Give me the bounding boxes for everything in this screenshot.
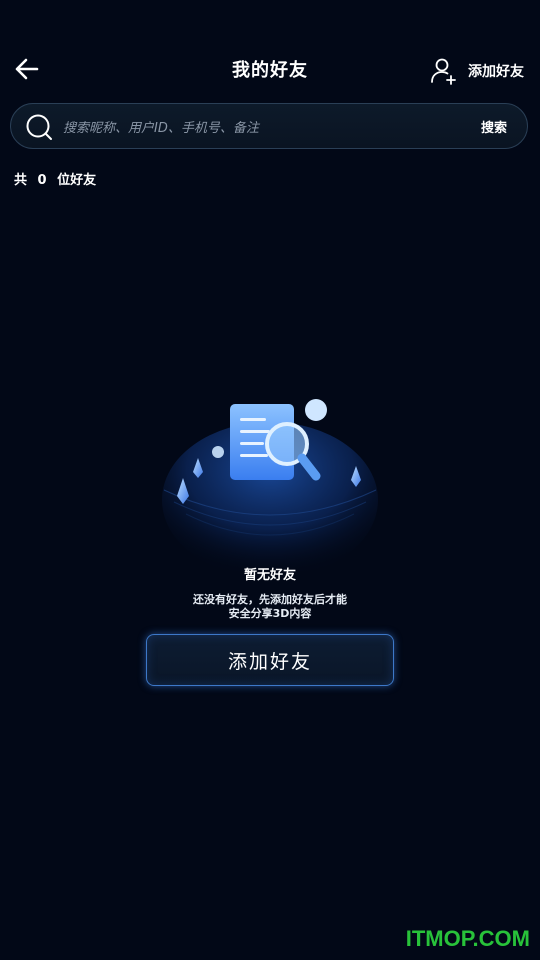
watermark-logo: ITMOP.COM [405,926,530,951]
friend-count-suffix: 位好友 [57,173,97,188]
empty-state-illustration [162,399,378,578]
friend-count-number: 0 [37,173,47,188]
empty-state-title: 暂无好友 [243,568,296,583]
empty-state-desc-line-1: 还没有好友，先添加好友后才能 [193,593,347,606]
header: 我的好友 添加好友 [0,40,540,100]
empty-state-desc-line-2: 安全分享3D内容 [228,607,312,620]
add-user-icon [431,58,456,85]
add-friend-header-button[interactable]: 添加好友 [430,54,524,88]
search-input[interactable] [61,112,465,144]
friends-page: 我的好友 添加好友 搜索 共 0 位好友 [0,0,540,960]
friend-count: 共 0 位好友 [14,169,102,188]
search-icon [26,114,52,140]
search-bar: 搜索 [10,103,528,149]
search-button[interactable]: 搜索 [481,117,507,136]
add-friend-header-label: 添加好友 [468,64,524,80]
add-friend-button[interactable]: 添加好友 [146,634,394,686]
empty-state-description: 还没有好友，先添加好友后才能 安全分享3D内容 [170,593,370,621]
friend-count-prefix: 共 [14,173,28,188]
